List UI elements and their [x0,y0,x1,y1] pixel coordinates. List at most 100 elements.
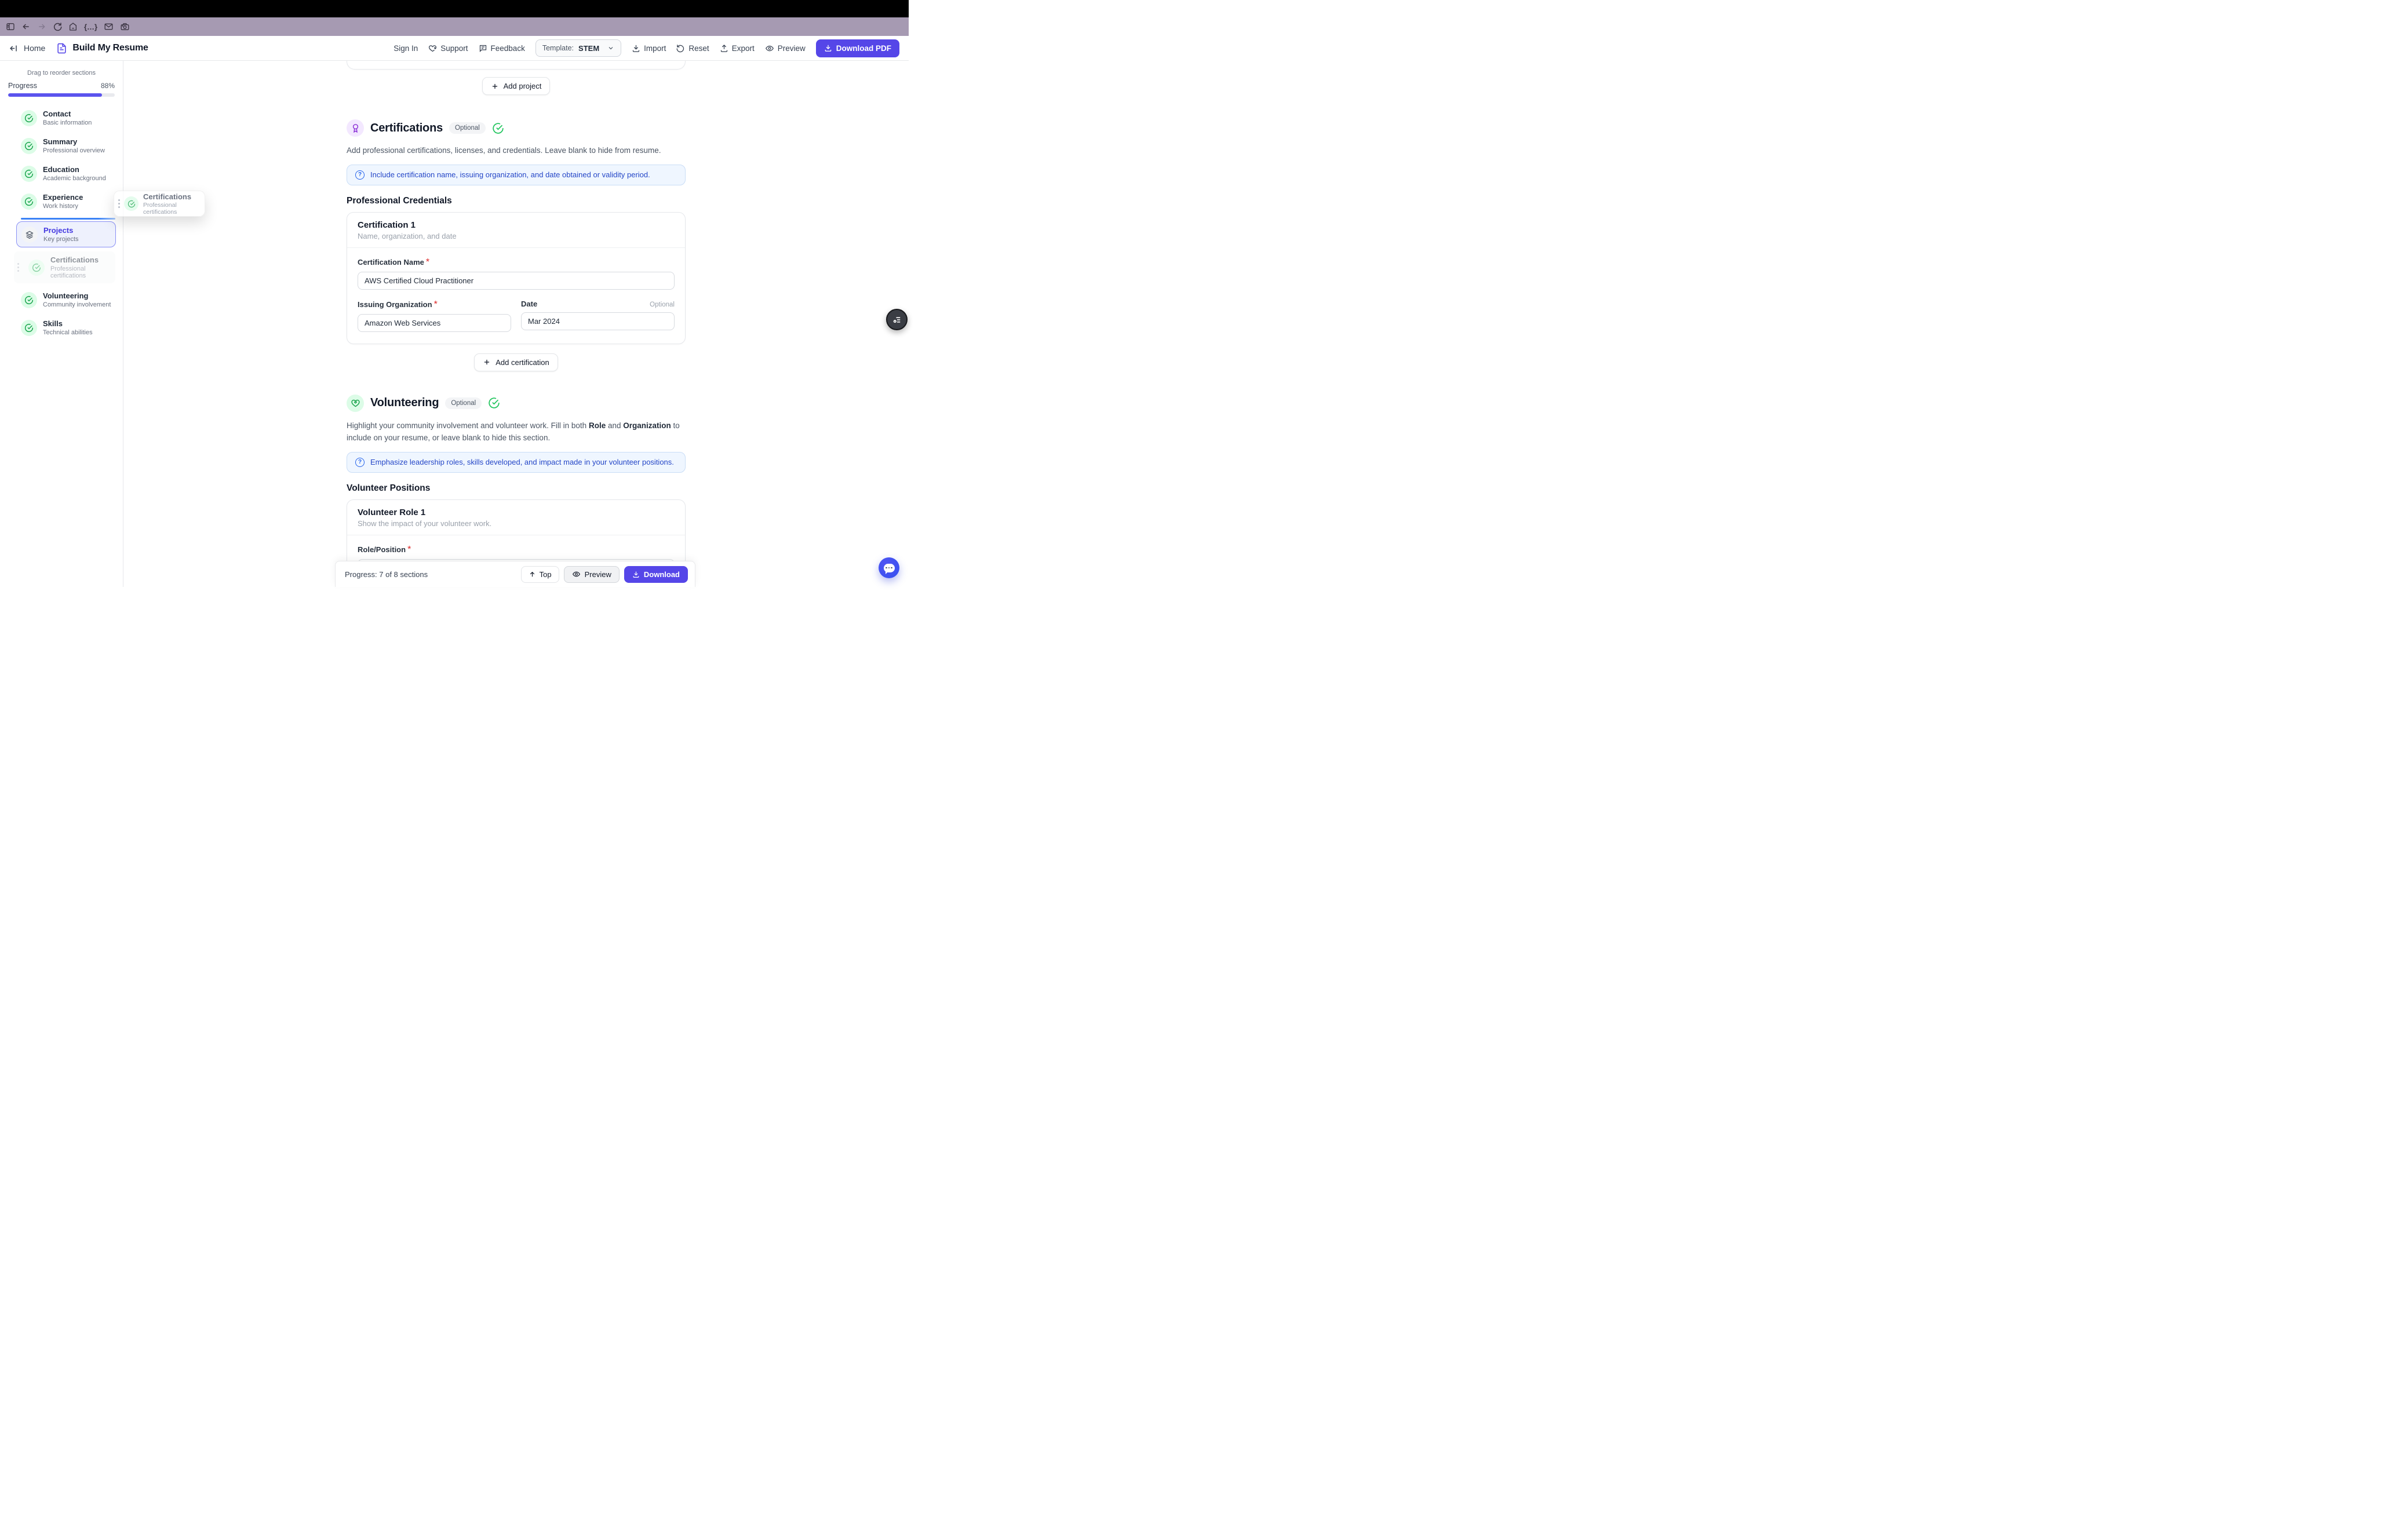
section-complete-icon [492,122,504,134]
section-title: Volunteering [370,396,439,410]
tip-text: Emphasize leadership roles, skills devel… [370,458,674,466]
resume-doc-icon [56,43,67,54]
plus-icon [483,358,491,366]
import-download-icon [632,44,640,53]
window-titlebar [0,0,909,17]
back-icon[interactable] [21,22,31,31]
add-certification-button[interactable]: Add certification [474,353,558,371]
tip-box: ? Emphasize leadership roles, skills dev… [347,452,686,473]
export-upload-icon [720,44,728,53]
card-title: Certification 1 [358,220,675,230]
progress-percent: 88% [101,82,115,90]
mail-icon[interactable] [104,22,114,31]
extension-braces-icon[interactable]: {…} [84,23,97,31]
sidebar-item-skills[interactable]: SkillsTechnical abilities [0,316,123,339]
download-pdf-button[interactable]: Download PDF [816,39,899,57]
optional-badge: Optional [445,397,482,409]
drag-preview-card: CertificationsProfessional certification… [114,191,205,217]
browser-toolbar: {…} www.resuzen.com/builder ⋯ [0,17,909,36]
download-icon [824,44,832,52]
home-icon[interactable] [68,22,78,31]
scroll-top-button[interactable]: Top [521,566,559,583]
sidebar-item-projects[interactable]: ProjectsKey projects [16,221,116,247]
volunteering-section: Volunteering Optional Highlight your com… [347,395,686,587]
certification-name-label: Certification Name [358,258,424,267]
support-link[interactable]: Support [428,44,468,53]
drag-handle-icon [118,199,120,208]
check-circle-icon [21,320,37,336]
award-ribbon-icon [347,119,364,137]
progress-label: Progress [8,82,37,90]
certification-card: Certification 1 Name, organization, and … [347,212,686,344]
date-label: Date [521,300,537,308]
help-circle-icon: ? [355,458,365,467]
footer-download-button[interactable]: Download [624,566,688,583]
reset-rotate-icon [676,44,685,53]
date-input[interactable] [521,312,675,330]
sidebar-item-certifications[interactable]: CertificationsProfessional certification… [14,251,115,283]
drag-hint-text: Drag to reorder sections [0,70,123,76]
home-link-label: Home [24,43,45,53]
tip-box: ? Include certification name, issuing or… [347,165,686,185]
sidebar-item-volunteering[interactable]: VolunteeringCommunity involvement [0,289,123,311]
footer-preview-button[interactable]: Preview [564,566,620,583]
sidebar-item-education[interactable]: EducationAcademic background [0,162,123,185]
check-circle-icon [124,196,139,211]
sidebar-item-summary[interactable]: SummaryProfessional overview [0,134,123,157]
back-home-link[interactable]: Home [9,43,45,53]
progress-bar [8,93,115,97]
outline-fab-button[interactable] [886,309,908,330]
preview-button[interactable]: Preview [765,44,806,53]
check-circle-icon [21,166,37,182]
card-title: Volunteer Role 1 [358,508,675,517]
camera-icon[interactable] [120,22,130,31]
optional-hint: Optional [650,301,675,308]
card-subtitle: Name, organization, and date [358,232,675,240]
required-asterisk: * [434,300,438,309]
certification-name-input[interactable] [358,272,675,290]
template-select[interactable]: Template: STEM [535,39,621,57]
drop-indicator [21,218,115,220]
project-card-bottom-edge [347,61,686,70]
chevron-down-icon [604,45,614,52]
download-icon [632,571,640,578]
reload-icon[interactable] [53,22,62,31]
list-play-icon [892,315,902,325]
chat-fab-button[interactable] [879,557,899,578]
group-heading: Professional Credentials [347,196,686,206]
group-heading: Volunteer Positions [347,483,686,494]
drag-handle-icon[interactable] [17,263,19,272]
optional-badge: Optional [449,122,486,134]
role-position-label: Role/Position [358,545,406,554]
footer-bar: Progress: 7 of 8 sections Top Preview Do… [335,561,695,587]
eye-icon [765,44,774,53]
section-description: Highlight your community involvement and… [347,420,686,444]
layers-icon [21,227,38,243]
tip-text: Include certification name, issuing orga… [370,170,650,179]
issuing-organization-label: Issuing Organization [358,300,432,309]
sidebar-toggle-icon[interactable] [6,22,15,31]
sidebar-item-experience[interactable]: ExperienceWork history [0,190,123,213]
check-circle-icon [28,260,45,276]
feedback-link[interactable]: Feedback [479,44,525,53]
required-asterisk: * [407,545,411,554]
required-asterisk: * [426,257,429,267]
sidebar-item-contact[interactable]: ContactBasic information [0,107,123,129]
check-circle-icon [21,194,37,210]
sign-in-link[interactable]: Sign In [393,44,418,53]
import-button[interactable]: Import [632,44,666,53]
arrow-up-icon [529,571,536,578]
check-circle-icon [21,138,37,154]
issuing-organization-input[interactable] [358,314,511,332]
certifications-section: Certifications Optional Add professional… [347,119,686,371]
chat-bubble-icon [884,564,895,572]
progress-bar-fill [8,93,102,97]
forward-icon[interactable] [37,22,46,31]
section-complete-icon [488,397,500,409]
card-subtitle: Show the impact of your volunteer work. [358,519,675,528]
add-project-button[interactable]: Add project [482,77,551,95]
reset-button[interactable]: Reset [676,44,709,53]
app-header: Home Build My Resume Sign In Support Fee… [0,36,909,61]
export-button[interactable]: Export [720,44,755,53]
plus-icon [491,82,499,90]
